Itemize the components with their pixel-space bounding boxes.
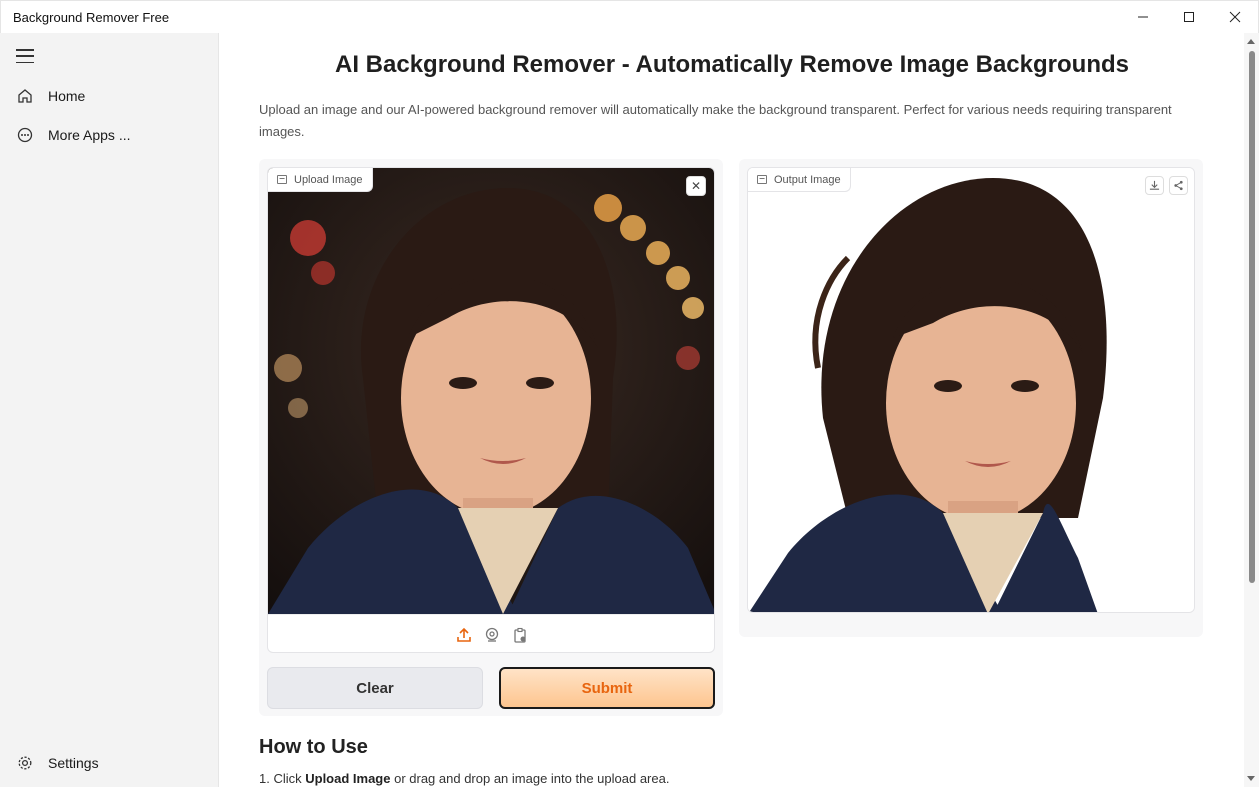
share-icon bbox=[1174, 180, 1183, 191]
close-window-button[interactable] bbox=[1212, 1, 1258, 34]
sidebar-item-home[interactable]: Home bbox=[0, 78, 219, 114]
clipboard-icon[interactable] bbox=[511, 626, 529, 644]
page-description: Upload an image and our AI-powered backg… bbox=[259, 102, 1172, 139]
output-image-box: Output Image bbox=[747, 167, 1195, 613]
sidebar-item-label: More Apps ... bbox=[48, 127, 131, 143]
minimize-icon bbox=[1138, 16, 1148, 18]
window-title: Background Remover Free bbox=[13, 9, 170, 25]
remove-image-button[interactable]: ✕ bbox=[686, 176, 706, 196]
clear-button[interactable]: Clear bbox=[267, 667, 483, 709]
scroll-thumb[interactable] bbox=[1249, 51, 1255, 583]
image-source-toolbar bbox=[268, 614, 714, 652]
how-to-step-1: 1. Click Upload Image or drag and drop a… bbox=[259, 771, 670, 786]
sidebar-item-more-apps[interactable]: More Apps ... bbox=[0, 117, 219, 153]
output-panel: Output Image bbox=[739, 159, 1203, 637]
sidebar-item-label: Home bbox=[48, 88, 86, 104]
scroll-up-icon[interactable] bbox=[1247, 39, 1255, 44]
upload-icon[interactable] bbox=[455, 626, 473, 644]
sidebar: Home More Apps ... Settings bbox=[0, 33, 219, 787]
how-to-use-heading: How to Use bbox=[259, 736, 368, 758]
image-icon bbox=[757, 175, 767, 184]
download-button[interactable] bbox=[1145, 176, 1164, 195]
upload-panel: Upload Image ✕ Clear Submit bbox=[259, 159, 723, 716]
sidebar-item-label: Settings bbox=[48, 755, 99, 771]
maximize-button[interactable] bbox=[1166, 1, 1212, 34]
sidebar-item-settings[interactable]: Settings bbox=[0, 745, 219, 781]
close-icon bbox=[1229, 11, 1241, 23]
scroll-down-icon[interactable] bbox=[1247, 776, 1255, 781]
output-photo bbox=[748, 168, 1194, 612]
minimize-button[interactable] bbox=[1120, 1, 1166, 34]
webcam-icon[interactable] bbox=[483, 626, 501, 644]
share-button[interactable] bbox=[1169, 176, 1188, 195]
submit-button[interactable]: Submit bbox=[499, 667, 715, 709]
home-icon bbox=[0, 88, 48, 104]
more-apps-icon bbox=[0, 127, 48, 143]
page-title: AI Background Remover - Automatically Re… bbox=[335, 51, 1129, 78]
main-content: AI Background Remover - Automatically Re… bbox=[220, 33, 1244, 787]
output-image-label: Output Image bbox=[748, 168, 851, 192]
vertical-scrollbar[interactable] bbox=[1244, 33, 1259, 787]
title-bar: Background Remover Free bbox=[0, 0, 1259, 33]
download-icon bbox=[1149, 180, 1160, 190]
hamburger-menu-icon[interactable] bbox=[16, 49, 34, 63]
maximize-icon bbox=[1184, 12, 1194, 22]
gear-icon bbox=[0, 755, 48, 771]
upload-image-dropzone[interactable]: Upload Image ✕ bbox=[267, 167, 715, 653]
upload-image-label: Upload Image bbox=[268, 168, 373, 192]
image-icon bbox=[277, 175, 287, 184]
uploaded-photo bbox=[268, 168, 714, 614]
